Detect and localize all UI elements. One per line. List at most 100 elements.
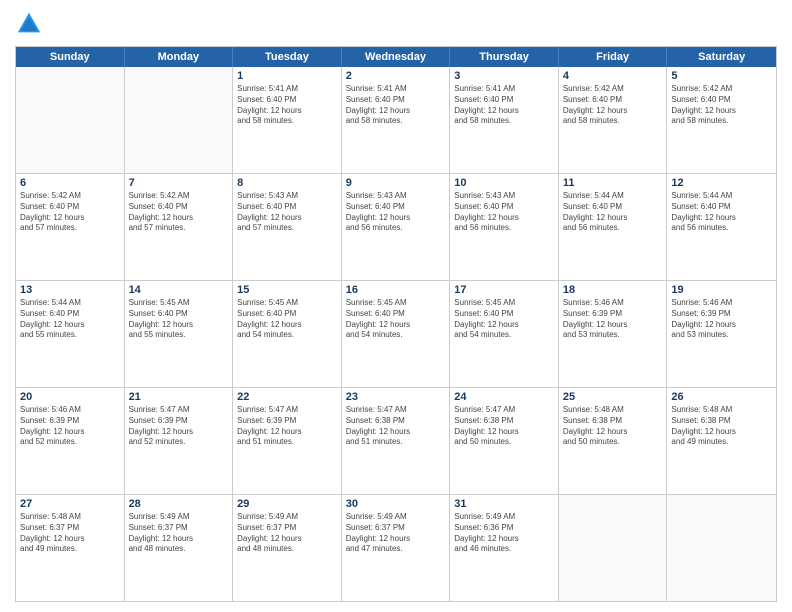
day-number: 29	[237, 498, 337, 510]
day-cell: 29 Sunrise: 5:49 AM Sunset: 6:37 PM Dayli…	[233, 495, 342, 601]
day-number: 31	[454, 498, 554, 510]
day-info: Sunrise: 5:49 AM Sunset: 6:36 PM Dayligh…	[454, 512, 554, 555]
day-info: Sunrise: 5:46 AM Sunset: 6:39 PM Dayligh…	[671, 298, 772, 341]
day-number: 14	[129, 284, 229, 296]
day-cell: 31 Sunrise: 5:49 AM Sunset: 6:36 PM Dayli…	[450, 495, 559, 601]
day-number: 27	[20, 498, 120, 510]
day-cell	[667, 495, 776, 601]
day-number: 12	[671, 177, 772, 189]
day-header-thursday: Thursday	[450, 47, 559, 67]
day-header-wednesday: Wednesday	[342, 47, 451, 67]
logo-icon	[15, 10, 43, 38]
page: SundayMondayTuesdayWednesdayThursdayFrid…	[0, 0, 792, 612]
day-cell: 20Sunrise: 5:46 AM Sunset: 6:39 PM Dayli…	[16, 388, 125, 494]
week-row-3: 13Sunrise: 5:44 AM Sunset: 6:40 PM Dayli…	[16, 281, 776, 388]
day-info: Sunrise: 5:42 AM Sunset: 6:40 PM Dayligh…	[129, 191, 229, 234]
day-info: Sunrise: 5:49 AM Sunset: 6:37 PM Dayligh…	[346, 512, 446, 555]
day-info: Sunrise: 5:41 AM Sunset: 6:40 PM Dayligh…	[454, 84, 554, 127]
day-info: Sunrise: 5:47 AM Sunset: 6:39 PM Dayligh…	[129, 405, 229, 448]
day-cell: 25Sunrise: 5:48 AM Sunset: 6:38 PM Dayli…	[559, 388, 668, 494]
day-info: Sunrise: 5:43 AM Sunset: 6:40 PM Dayligh…	[346, 191, 446, 234]
day-number: 24	[454, 391, 554, 403]
day-cell: 15 Sunrise: 5:45 AM Sunset: 6:40 PM Dayli…	[233, 281, 342, 387]
day-cell: 22 Sunrise: 5:47 AM Sunset: 6:39 PM Dayli…	[233, 388, 342, 494]
day-header-sunday: Sunday	[16, 47, 125, 67]
day-cell: 9 Sunrise: 5:43 AM Sunset: 6:40 PM Daylig…	[342, 174, 451, 280]
day-info: Sunrise: 5:42 AM Sunset: 6:40 PM Dayligh…	[671, 84, 772, 127]
day-cell: 18 Sunrise: 5:46 AM Sunset: 6:39 PM Dayli…	[559, 281, 668, 387]
day-cell: 6Sunrise: 5:42 AM Sunset: 6:40 PM Daylig…	[16, 174, 125, 280]
day-number: 4	[563, 70, 663, 82]
logo	[15, 10, 47, 38]
day-cell: 7Sunrise: 5:42 AM Sunset: 6:40 PM Daylig…	[125, 174, 234, 280]
day-number: 28	[129, 498, 229, 510]
day-number: 21	[129, 391, 229, 403]
day-cell	[125, 67, 234, 173]
week-row-4: 20Sunrise: 5:46 AM Sunset: 6:39 PM Dayli…	[16, 388, 776, 495]
day-info: Sunrise: 5:44 AM Sunset: 6:40 PM Dayligh…	[563, 191, 663, 234]
day-cell: 10Sunrise: 5:43 AM Sunset: 6:40 PM Dayli…	[450, 174, 559, 280]
day-number: 19	[671, 284, 772, 296]
day-cell: 30 Sunrise: 5:49 AM Sunset: 6:37 PM Dayli…	[342, 495, 451, 601]
day-number: 25	[563, 391, 663, 403]
day-cell: 28 Sunrise: 5:49 AM Sunset: 6:37 PM Dayli…	[125, 495, 234, 601]
day-cell: 14 Sunrise: 5:45 AM Sunset: 6:40 PM Dayli…	[125, 281, 234, 387]
day-cell: 1Sunrise: 5:41 AM Sunset: 6:40 PM Daylig…	[233, 67, 342, 173]
day-number: 16	[346, 284, 446, 296]
day-info: Sunrise: 5:46 AM Sunset: 6:39 PM Dayligh…	[20, 405, 120, 448]
day-number: 26	[671, 391, 772, 403]
day-cell: 19 Sunrise: 5:46 AM Sunset: 6:39 PM Dayli…	[667, 281, 776, 387]
day-headers: SundayMondayTuesdayWednesdayThursdayFrid…	[16, 47, 776, 67]
day-cell: 24 Sunrise: 5:47 AM Sunset: 6:38 PM Dayli…	[450, 388, 559, 494]
day-number: 18	[563, 284, 663, 296]
day-info: Sunrise: 5:44 AM Sunset: 6:40 PM Dayligh…	[671, 191, 772, 234]
day-info: Sunrise: 5:45 AM Sunset: 6:40 PM Dayligh…	[346, 298, 446, 341]
day-info: Sunrise: 5:47 AM Sunset: 6:38 PM Dayligh…	[454, 405, 554, 448]
day-info: Sunrise: 5:43 AM Sunset: 6:40 PM Dayligh…	[454, 191, 554, 234]
day-number: 30	[346, 498, 446, 510]
calendar-body: 1 Sunrise: 5:41 AM Sunset: 6:40 PM Daylig…	[16, 67, 776, 601]
day-cell	[16, 67, 125, 173]
day-number: 8	[237, 177, 337, 189]
day-cell: 5 Sunrise: 5:42 AM Sunset: 6:40 PM Daylig…	[667, 67, 776, 173]
week-row-1: 1 Sunrise: 5:41 AM Sunset: 6:40 PM Daylig…	[16, 67, 776, 174]
day-info: Sunrise: 5:44 AM Sunset: 6:40 PM Dayligh…	[20, 298, 120, 341]
day-cell: 13Sunrise: 5:44 AM Sunset: 6:40 PM Dayli…	[16, 281, 125, 387]
week-row-5: 27 Sunrise: 5:48 AM Sunset: 6:37 PM Dayli…	[16, 495, 776, 601]
day-number: 1	[237, 70, 337, 82]
day-number: 22	[237, 391, 337, 403]
day-info: Sunrise: 5:46 AM Sunset: 6:39 PM Dayligh…	[563, 298, 663, 341]
day-number: 11	[563, 177, 663, 189]
day-cell: 11 Sunrise: 5:44 AM Sunset: 6:40 PM Dayli…	[559, 174, 668, 280]
day-info: Sunrise: 5:48 AM Sunset: 6:37 PM Dayligh…	[20, 512, 120, 555]
day-cell: 8Sunrise: 5:43 AM Sunset: 6:40 PM Daylig…	[233, 174, 342, 280]
day-number: 15	[237, 284, 337, 296]
day-info: Sunrise: 5:47 AM Sunset: 6:39 PM Dayligh…	[237, 405, 337, 448]
calendar: SundayMondayTuesdayWednesdayThursdayFrid…	[15, 46, 777, 602]
day-info: Sunrise: 5:45 AM Sunset: 6:40 PM Dayligh…	[129, 298, 229, 341]
day-cell: 26 Sunrise: 5:48 AM Sunset: 6:38 PM Dayli…	[667, 388, 776, 494]
day-cell: 2Sunrise: 5:41 AM Sunset: 6:40 PM Daylig…	[342, 67, 451, 173]
day-cell: 23 Sunrise: 5:47 AM Sunset: 6:38 PM Dayli…	[342, 388, 451, 494]
day-number: 23	[346, 391, 446, 403]
day-cell: 17Sunrise: 5:45 AM Sunset: 6:40 PM Dayli…	[450, 281, 559, 387]
day-header-friday: Friday	[559, 47, 668, 67]
day-info: Sunrise: 5:41 AM Sunset: 6:40 PM Dayligh…	[346, 84, 446, 127]
day-info: Sunrise: 5:47 AM Sunset: 6:38 PM Dayligh…	[346, 405, 446, 448]
day-number: 9	[346, 177, 446, 189]
day-cell: 27 Sunrise: 5:48 AM Sunset: 6:37 PM Dayli…	[16, 495, 125, 601]
day-header-monday: Monday	[125, 47, 234, 67]
day-header-tuesday: Tuesday	[233, 47, 342, 67]
day-info: Sunrise: 5:49 AM Sunset: 6:37 PM Dayligh…	[129, 512, 229, 555]
day-number: 5	[671, 70, 772, 82]
day-cell: 16 Sunrise: 5:45 AM Sunset: 6:40 PM Dayli…	[342, 281, 451, 387]
day-info: Sunrise: 5:49 AM Sunset: 6:37 PM Dayligh…	[237, 512, 337, 555]
day-info: Sunrise: 5:45 AM Sunset: 6:40 PM Dayligh…	[237, 298, 337, 341]
day-cell: 21 Sunrise: 5:47 AM Sunset: 6:39 PM Dayli…	[125, 388, 234, 494]
day-cell: 4Sunrise: 5:42 AM Sunset: 6:40 PM Daylig…	[559, 67, 668, 173]
day-header-saturday: Saturday	[667, 47, 776, 67]
day-number: 6	[20, 177, 120, 189]
day-info: Sunrise: 5:48 AM Sunset: 6:38 PM Dayligh…	[671, 405, 772, 448]
day-cell: 12 Sunrise: 5:44 AM Sunset: 6:40 PM Dayli…	[667, 174, 776, 280]
day-cell	[559, 495, 668, 601]
